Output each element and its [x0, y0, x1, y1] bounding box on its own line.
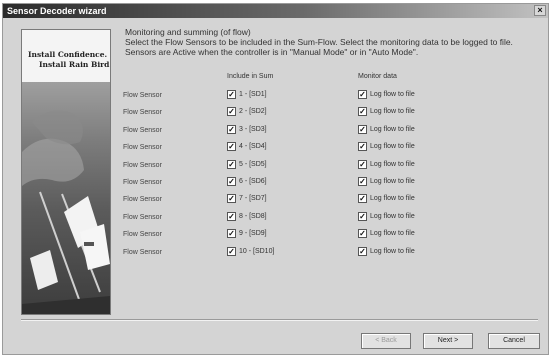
include-in-sum-label[interactable]: 2 - [SD2] — [239, 108, 267, 115]
sensor-row: Flow Sensor ✓ 3 - [SD3] ✓ Log flow to file — [3, 124, 550, 139]
monitor-data-header: Monitor data — [358, 73, 397, 80]
log-flow-checkbox[interactable]: ✓ — [358, 159, 367, 169]
log-flow-checkbox[interactable]: ✓ — [358, 124, 367, 134]
log-flow-label[interactable]: Log flow to file — [370, 91, 415, 98]
wizard-window: Sensor Decoder wizard × Install Confiden… — [2, 3, 549, 355]
title-bar[interactable]: Sensor Decoder wizard × — [3, 4, 548, 18]
include-in-sum-label[interactable]: 8 - [SD8] — [239, 213, 267, 220]
log-flow-label[interactable]: Log flow to file — [370, 161, 415, 168]
row-label: Flow Sensor — [123, 92, 162, 99]
sensor-row: Flow Sensor ✓ 10 - [SD10] ✓ Log flow to file — [3, 246, 550, 261]
sensor-row: Flow Sensor ✓ 1 - [SD1] ✓ Log flow to file — [3, 90, 550, 104]
log-flow-label[interactable]: Log flow to file — [370, 230, 415, 237]
include-in-sum-header: Include in Sum — [227, 73, 274, 80]
logo-tagline-2: Install Rain Bird. — [39, 60, 111, 69]
include-in-sum-checkbox[interactable]: ✓ — [227, 194, 236, 204]
row-label: Flow Sensor — [123, 179, 162, 186]
include-in-sum-checkbox[interactable]: ✓ — [227, 177, 236, 186]
include-in-sum-label[interactable]: 6 - [SD6] — [239, 178, 267, 185]
next-button[interactable]: Next > — [423, 333, 473, 349]
log-flow-checkbox[interactable]: ✓ — [358, 142, 367, 152]
include-in-sum-label[interactable]: 1 - [SD1] — [239, 91, 267, 98]
include-in-sum-label[interactable]: 7 - [SD7] — [239, 195, 267, 202]
log-flow-checkbox[interactable]: ✓ — [358, 177, 367, 186]
logo-tagline-1: Install Confidence. — [28, 50, 108, 59]
sensor-row: Flow Sensor ✓ 5 - [SD5] ✓ Log flow to file — [3, 159, 550, 174]
close-icon[interactable]: × — [534, 5, 546, 16]
include-in-sum-checkbox[interactable]: ✓ — [227, 246, 236, 256]
row-label: Flow Sensor — [123, 231, 162, 239]
log-flow-label[interactable]: Log flow to file — [370, 143, 415, 150]
back-button[interactable]: < Back — [361, 333, 411, 349]
sensor-row: Flow Sensor ✓ 6 - [SD6] ✓ Log flow to file — [3, 177, 550, 191]
log-flow-label[interactable]: Log flow to file — [370, 248, 415, 255]
cancel-button[interactable]: Cancel — [488, 333, 540, 349]
sensor-row: Flow Sensor ✓ 4 - [SD4] ✓ Log flow to file — [3, 142, 550, 156]
log-flow-label[interactable]: Log flow to file — [370, 178, 415, 185]
include-in-sum-checkbox[interactable]: ✓ — [227, 90, 236, 99]
row-label: Flow Sensor — [123, 248, 162, 256]
include-in-sum-checkbox[interactable]: ✓ — [227, 107, 236, 117]
include-in-sum-label[interactable]: 10 - [SD10] — [239, 248, 274, 255]
sensor-row: Flow Sensor ✓ 7 - [SD7] ✓ Log flow to file — [3, 194, 550, 208]
include-in-sum-checkbox[interactable]: ✓ — [227, 211, 236, 221]
row-label: Flow Sensor — [123, 144, 162, 152]
row-label: Flow Sensor — [123, 213, 162, 221]
row-label: Flow Sensor — [123, 196, 162, 204]
log-flow-checkbox[interactable]: ✓ — [358, 194, 367, 204]
row-label: Flow Sensor — [123, 161, 162, 169]
page-title: Monitoring and summing (of flow) — [125, 27, 251, 37]
sensor-row: Flow Sensor ✓ 8 - [SD8] ✓ Log flow to file — [3, 211, 550, 226]
log-flow-label[interactable]: Log flow to file — [370, 213, 415, 220]
include-in-sum-label[interactable]: 4 - [SD4] — [239, 143, 267, 150]
brand-logo: Install Confidence. Install Rain Bird. — [22, 30, 110, 82]
include-in-sum-label[interactable]: 9 - [SD9] — [239, 230, 267, 237]
include-in-sum-checkbox[interactable]: ✓ — [227, 229, 236, 239]
window-title: Sensor Decoder wizard — [7, 6, 107, 16]
footer-divider — [21, 319, 538, 321]
log-flow-checkbox[interactable]: ✓ — [358, 90, 367, 99]
log-flow-label[interactable]: Log flow to file — [370, 126, 415, 133]
include-in-sum-label[interactable]: 5 - [SD5] — [239, 161, 267, 168]
log-flow-checkbox[interactable]: ✓ — [358, 246, 367, 256]
page-description: Select the Flow Sensors to be included i… — [125, 37, 513, 57]
sensor-row: Flow Sensor ✓ 9 - [SD9] ✓ Log flow to file — [3, 229, 550, 243]
log-flow-checkbox[interactable]: ✓ — [358, 211, 367, 221]
row-label: Flow Sensor — [123, 109, 162, 117]
log-flow-label[interactable]: Log flow to file — [370, 108, 415, 115]
include-in-sum-checkbox[interactable]: ✓ — [227, 159, 236, 169]
sensor-row: Flow Sensor ✓ 2 - [SD2] ✓ Log flow to file — [3, 107, 550, 121]
row-label: Flow Sensor — [123, 126, 162, 134]
log-flow-checkbox[interactable]: ✓ — [358, 229, 367, 239]
log-flow-label[interactable]: Log flow to file — [370, 195, 415, 202]
include-in-sum-checkbox[interactable]: ✓ — [227, 124, 236, 134]
include-in-sum-label[interactable]: 3 - [SD3] — [239, 126, 267, 133]
include-in-sum-checkbox[interactable]: ✓ — [227, 142, 236, 152]
log-flow-checkbox[interactable]: ✓ — [358, 107, 367, 117]
